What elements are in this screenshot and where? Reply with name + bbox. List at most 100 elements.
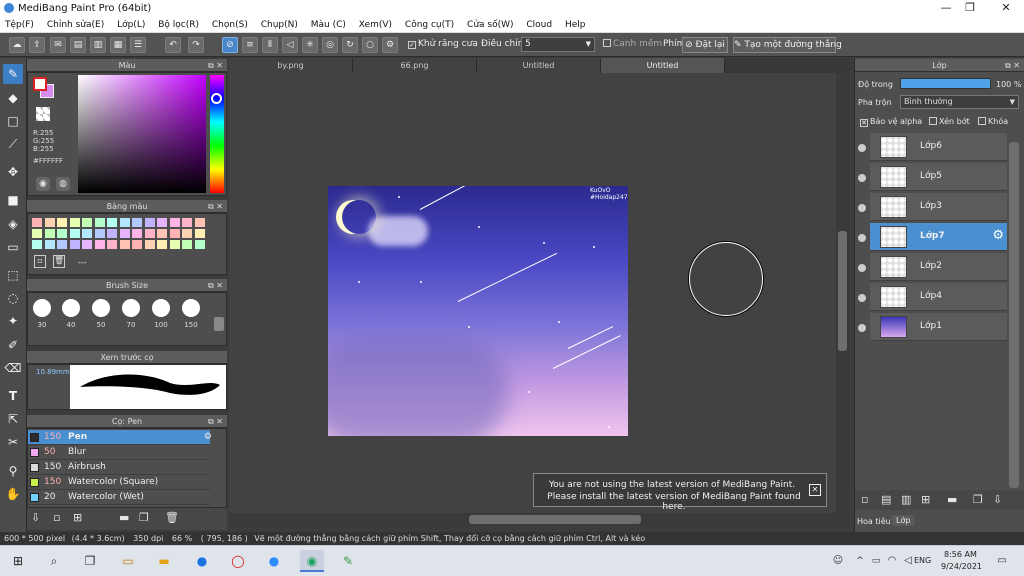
new-halftone-layer-icon[interactable]: ▤ bbox=[881, 493, 891, 506]
menu-cloud[interactable]: Cloud bbox=[521, 17, 557, 30]
horizontal-scroll-thumb[interactable] bbox=[469, 515, 641, 524]
palette-swatch[interactable] bbox=[119, 229, 130, 238]
palette-swatch[interactable] bbox=[169, 229, 180, 238]
close-window-button[interactable]: ✕ bbox=[996, 1, 1016, 14]
palette-swatch[interactable] bbox=[69, 240, 80, 249]
undo-icon[interactable]: ↶ bbox=[165, 37, 181, 53]
protect-alpha-checkbox[interactable]: ✕ Bảo vệ alpha bbox=[860, 117, 922, 127]
folder-icon[interactable]: ▬ bbox=[947, 493, 957, 506]
palette-swatch[interactable] bbox=[194, 218, 205, 227]
tab-66-png[interactable]: 66.png bbox=[353, 58, 477, 73]
panel-close-icon[interactable]: ⧉ ✕ bbox=[208, 415, 223, 428]
brush-item[interactable]: 20 Watercolor (Wet) bbox=[28, 490, 210, 505]
magic-wand-tool-icon[interactable]: ✦ bbox=[3, 311, 23, 331]
smooth-checkbox[interactable]: Canh mềm bbox=[603, 39, 662, 49]
language-indicator[interactable]: ENG bbox=[914, 556, 931, 565]
zalo-icon[interactable]: ● bbox=[190, 550, 214, 572]
palette-swatch[interactable] bbox=[132, 218, 142, 227]
palette-swatch[interactable] bbox=[182, 229, 192, 238]
menu-filter[interactable]: Bộ lọc(R) bbox=[153, 17, 204, 30]
cloud-icon[interactable]: ☁ bbox=[9, 37, 25, 53]
clipping-checkbox[interactable]: Xén bớt bbox=[929, 117, 970, 126]
panel-close-icon[interactable]: ⧉ ✕ bbox=[208, 279, 223, 292]
palette-swatch[interactable] bbox=[157, 229, 167, 238]
palette-swatch[interactable] bbox=[119, 218, 130, 227]
menu-edit[interactable]: Chỉnh sửa(E) bbox=[42, 17, 109, 30]
palette-swatch[interactable] bbox=[157, 240, 167, 249]
foreground-color-swatch[interactable] bbox=[33, 77, 47, 91]
palette-swatch[interactable] bbox=[107, 240, 117, 249]
layer-row-selected[interactable]: Lớp7 ⚙ bbox=[870, 223, 1007, 251]
share-icon[interactable]: ⇪ bbox=[29, 37, 45, 53]
bucket-tool-icon[interactable]: ◈ bbox=[3, 214, 23, 234]
parallel-snap-icon[interactable]: ≡ bbox=[242, 37, 258, 53]
merge-layer-icon[interactable]: ⇩ bbox=[993, 493, 1002, 506]
menu-tools[interactable]: Công cụ(T) bbox=[400, 17, 459, 30]
palette-swatch[interactable] bbox=[82, 218, 92, 227]
page-icon[interactable]: ▥ bbox=[90, 37, 106, 53]
tab-untitled-1[interactable]: Untitled bbox=[477, 58, 601, 73]
palette-swatch[interactable] bbox=[44, 218, 55, 227]
vertical-scrollbar[interactable] bbox=[836, 73, 849, 513]
brush-item[interactable]: 150 Watercolor (Square) bbox=[28, 475, 210, 490]
circle-snap-icon[interactable]: ◎ bbox=[322, 37, 338, 53]
redo-icon[interactable]: ↷ bbox=[188, 37, 204, 53]
brush-size-50[interactable] bbox=[92, 299, 110, 317]
palette-swatch[interactable] bbox=[32, 240, 42, 249]
palette-swatch[interactable] bbox=[32, 229, 42, 238]
new-palette-icon[interactable]: ▫ bbox=[34, 255, 46, 268]
new-layer-icon[interactable]: ▫ bbox=[861, 493, 868, 506]
tab-navigator[interactable]: Hoa tiêu bbox=[857, 517, 891, 526]
maximize-button[interactable]: ❐ bbox=[960, 1, 980, 14]
chrome-icon[interactable]: ◉ bbox=[300, 550, 324, 572]
menu-view[interactable]: Xem(V) bbox=[354, 17, 397, 30]
layer-row[interactable]: Lớp4 bbox=[870, 283, 1007, 311]
palette-swatch[interactable] bbox=[44, 240, 55, 249]
gear-icon[interactable]: ⚙ bbox=[204, 430, 212, 445]
artwork-canvas[interactable]: KuOvO #Hoidap247 bbox=[328, 186, 628, 436]
menu-layer[interactable]: Lớp(L) bbox=[112, 17, 150, 30]
palette-swatch[interactable] bbox=[82, 229, 92, 238]
zoom-icon[interactable]: ● bbox=[262, 550, 286, 572]
opera-icon[interactable]: ◯ bbox=[226, 550, 250, 572]
snap-off-icon[interactable]: ⊘ bbox=[222, 37, 238, 53]
brush-item[interactable]: 50 Blur bbox=[28, 445, 210, 460]
line-tool-icon[interactable]: ⟋ bbox=[3, 134, 23, 154]
panel-close-icon[interactable]: ⧉ ✕ bbox=[208, 200, 223, 213]
menu-snap[interactable]: Chụp(N) bbox=[256, 17, 303, 30]
hue-handle[interactable] bbox=[211, 93, 222, 104]
medibang-taskbar-icon[interactable]: ✎ bbox=[336, 550, 360, 572]
straight-line-button[interactable]: ✎ Tạo một đường thẳng bbox=[733, 37, 842, 53]
saturation-value-picker[interactable] bbox=[78, 75, 206, 193]
reset-button[interactable]: ⊘ Đặt lại bbox=[682, 37, 728, 53]
menu-color[interactable]: Màu (C) bbox=[306, 17, 351, 30]
eye-icon[interactable] bbox=[858, 264, 866, 272]
layer-row[interactable]: Lớp3 bbox=[870, 193, 1007, 221]
palette-swatch[interactable] bbox=[32, 218, 42, 227]
palette-swatch[interactable] bbox=[132, 229, 142, 238]
palette-swatch[interactable] bbox=[182, 218, 192, 227]
trash-icon[interactable]: 🗑 bbox=[165, 511, 179, 524]
add-layer-menu-icon[interactable]: ⊞ bbox=[921, 493, 930, 506]
tab-untitled-2[interactable]: Untitled bbox=[601, 58, 725, 73]
menu-select[interactable]: Chọn(S) bbox=[207, 17, 253, 30]
radial-snap-icon[interactable]: ✳ bbox=[302, 37, 318, 53]
palette-swatch[interactable] bbox=[82, 240, 92, 249]
search-icon[interactable]: ⌕ bbox=[42, 550, 66, 572]
select-pen-tool-icon[interactable]: ✐ bbox=[3, 335, 23, 355]
layer-row[interactable]: Lớp2 bbox=[870, 253, 1007, 281]
add-brush-icon[interactable]: ⊞ bbox=[73, 511, 82, 524]
new-8bit-layer-icon[interactable]: ▥ bbox=[901, 493, 911, 506]
rectangle-tool-icon[interactable]: □ bbox=[3, 111, 23, 131]
palette-swatch[interactable] bbox=[44, 229, 55, 238]
palette-swatch[interactable] bbox=[132, 240, 142, 249]
curve-snap-icon[interactable]: ↻ bbox=[342, 37, 358, 53]
lock-checkbox[interactable]: Khóa bbox=[978, 117, 1008, 126]
tab-by-png[interactable]: by.png bbox=[229, 58, 353, 73]
operation-tool-icon[interactable]: ⇱ bbox=[3, 409, 23, 429]
layer-row[interactable]: Lớp6 bbox=[870, 133, 1007, 161]
brush-size-scrollbar[interactable] bbox=[214, 317, 224, 331]
perspective-snap-icon[interactable]: ◁ bbox=[282, 37, 298, 53]
brush-size-40[interactable] bbox=[62, 299, 80, 317]
palette-swatch[interactable] bbox=[144, 218, 155, 227]
